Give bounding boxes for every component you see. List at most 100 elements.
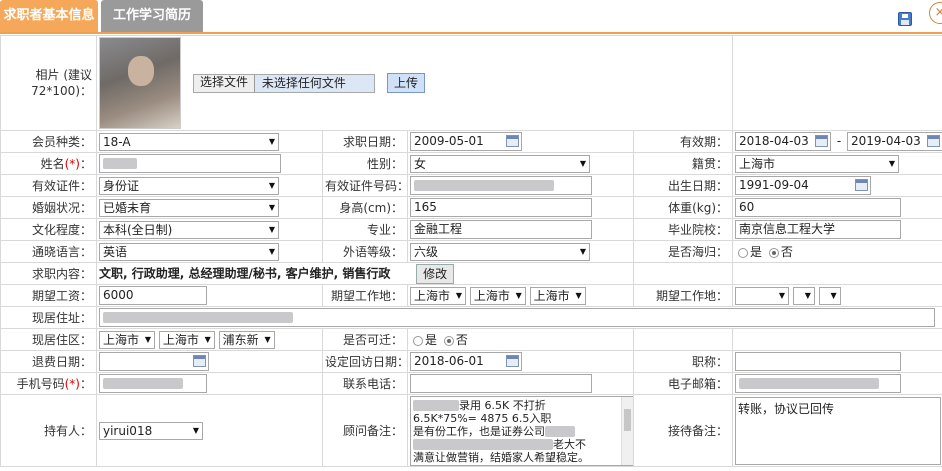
relocate-yes-radio[interactable] — [413, 335, 423, 346]
marriage-value: 已婚未育 — [103, 200, 152, 215]
education-select[interactable]: 本科(全日制) ▼ — [99, 220, 279, 239]
work-location-province-select[interactable]: 上海市 ▼ — [410, 286, 466, 305]
tab-bar: 求职者基本信息 工作学习简历 — [0, 0, 942, 34]
address-label: 现居住址： — [0, 306, 97, 329]
validity-separator: - — [836, 134, 842, 148]
member-form: 相片 (建议72*100)： 选择文件 未选择任何文件 上传 会员种类： 18-… — [0, 35, 942, 467]
foreign-level-select[interactable]: 六级 ▼ — [410, 242, 590, 261]
validity-to-input[interactable]: 2019-04-03 — [847, 132, 942, 151]
calendar-icon[interactable] — [927, 135, 941, 147]
mobile-label-colon: ： — [79, 377, 92, 391]
address-input[interactable] — [99, 308, 935, 327]
member-type-select[interactable]: 18-A ▼ — [99, 132, 279, 151]
current-area-province-select[interactable]: 上海市 ▼ — [99, 330, 155, 349]
major-input[interactable]: 金融工程 — [410, 220, 592, 239]
overseas-yes-radio[interactable] — [738, 247, 749, 258]
id-number-input[interactable] — [410, 176, 592, 195]
tab-basic-info[interactable]: 求职者基本信息 — [0, 0, 98, 32]
calendar-icon[interactable] — [193, 355, 206, 367]
work-location2-province-select[interactable]: ▼ — [735, 286, 790, 305]
overseas-yes-label: 是 — [750, 245, 763, 259]
email-input[interactable] — [735, 374, 902, 393]
calendar-icon[interactable] — [506, 355, 519, 367]
consultant-note-label: 顾问备注： — [322, 394, 408, 467]
work-location-district-select[interactable]: 上海市 ▼ — [529, 286, 586, 305]
job-content-label: 求职内容： — [0, 262, 97, 285]
id-type-value: 身份证 — [103, 178, 140, 193]
job-content-value: 文职, 行政助理, 总经理助理/秘书, 客户维护, 销售行政 — [99, 266, 391, 280]
salary-input[interactable]: 6000 — [99, 286, 207, 305]
native-value: 上海市 — [739, 156, 776, 171]
file-status: 未选择任何文件 — [261, 75, 346, 90]
marriage-label: 婚姻状况： — [0, 196, 97, 219]
name-label-text: 姓名 — [40, 157, 65, 171]
name-input[interactable] — [99, 154, 281, 173]
major-label: 专业： — [322, 218, 408, 241]
foreign-level-label: 外语等级： — [322, 240, 408, 263]
school-input[interactable]: 南京信息工程大学 — [735, 220, 902, 239]
choose-file-button[interactable]: 选择文件 — [194, 74, 256, 92]
consultant-note-line: 是有份工作，也是证券公司 — [413, 424, 545, 438]
current-area-city-select[interactable]: 上海市 ▼ — [158, 330, 215, 349]
mobile-input[interactable] — [99, 374, 207, 393]
overseas-no-radio[interactable] — [768, 247, 779, 258]
consultant-note-line: 6.5K*75%= 4875 6.5入职 — [413, 411, 552, 425]
current-area-district-select[interactable]: 浦东新 ▼ — [218, 330, 275, 349]
consultant-note-textarea[interactable]: 录用 6.5K 不打折 6.5K*75%= 4875 6.5入职 是有份工作，也… — [410, 395, 633, 466]
edit-job-content-button[interactable]: 修改 — [416, 263, 455, 284]
work-location2-district-select[interactable]: ▼ — [818, 286, 841, 305]
native-label: 籍贯： — [632, 152, 734, 175]
name-label: 姓名(*)： — [0, 152, 97, 175]
salary-label: 期望工资： — [0, 284, 97, 307]
consultant-note-line: 老大不 — [553, 437, 586, 451]
apply-date-input[interactable]: 2009-05-01 — [410, 132, 522, 151]
apply-date-value: 2009-05-01 — [414, 134, 484, 148]
holder-select[interactable]: yirui018 ▼ — [99, 421, 203, 440]
gender-select[interactable]: 女 ▼ — [410, 154, 590, 173]
major-value: 金融工程 — [414, 222, 463, 236]
language-select[interactable]: 英语 ▼ — [99, 242, 279, 261]
required-mark: (*) — [64, 377, 80, 391]
work-location-province-value: 上海市 — [414, 288, 451, 303]
calendar-icon[interactable] — [506, 135, 519, 147]
calendar-icon[interactable] — [855, 179, 869, 191]
reception-note-value: 转账，协议已回传 — [738, 402, 835, 416]
mobile-label: 手机号码(*)： — [0, 372, 97, 395]
weight-input[interactable]: 60 — [735, 198, 902, 217]
relocate-label: 是否可迁： — [322, 328, 408, 351]
current-area-city-value: 上海市 — [162, 332, 199, 347]
current-area-label: 现居住区： — [0, 328, 97, 351]
visit-date-input[interactable]: 2018-06-01 — [410, 352, 522, 371]
birth-date-value: 1991-09-04 — [739, 178, 809, 192]
marriage-select[interactable]: 已婚未育 ▼ — [99, 198, 279, 217]
upload-button[interactable]: 上传 — [387, 73, 426, 93]
language-value: 英语 — [103, 244, 128, 259]
school-label: 毕业院校： — [632, 218, 734, 241]
id-number-label: 有效证件号码： — [322, 174, 408, 197]
height-input[interactable]: 165 — [410, 198, 592, 217]
relocate-no-radio[interactable] — [443, 335, 454, 346]
native-select[interactable]: 上海市 ▼ — [735, 154, 900, 173]
weight-value: 60 — [739, 200, 755, 214]
birth-date-input[interactable]: 1991-09-04 — [735, 176, 872, 195]
id-type-label: 有效证件： — [0, 174, 97, 197]
work-location-city-select[interactable]: 上海市 ▼ — [469, 286, 526, 305]
validity-from-input[interactable]: 2018-04-03 — [735, 132, 832, 151]
consultant-note-line: 录用 6.5K 不打折 — [459, 398, 546, 412]
tab-resume[interactable]: 工作学习简历 — [101, 0, 203, 32]
email-label: 电子邮箱： — [632, 372, 734, 395]
refund-date-input[interactable] — [99, 352, 209, 371]
gender-label: 性别： — [322, 152, 408, 175]
relocate-no-label: 否 — [455, 333, 468, 347]
save-icon[interactable] — [898, 12, 912, 26]
job-title-input[interactable] — [735, 352, 902, 371]
phone-input[interactable] — [410, 374, 592, 393]
id-type-select[interactable]: 身份证 ▼ — [99, 176, 279, 195]
photo-label: 相片 (建议72*100)： — [0, 35, 97, 131]
textarea-scrollbar[interactable] — [621, 396, 633, 465]
file-input[interactable]: 选择文件 未选择任何文件 — [193, 73, 375, 93]
work-location2-city-select[interactable]: ▼ — [792, 286, 815, 305]
reception-note-textarea[interactable]: 转账，协议已回传 — [735, 397, 942, 465]
calendar-icon[interactable] — [815, 135, 829, 147]
member-type-label: 会员种类： — [0, 130, 97, 153]
